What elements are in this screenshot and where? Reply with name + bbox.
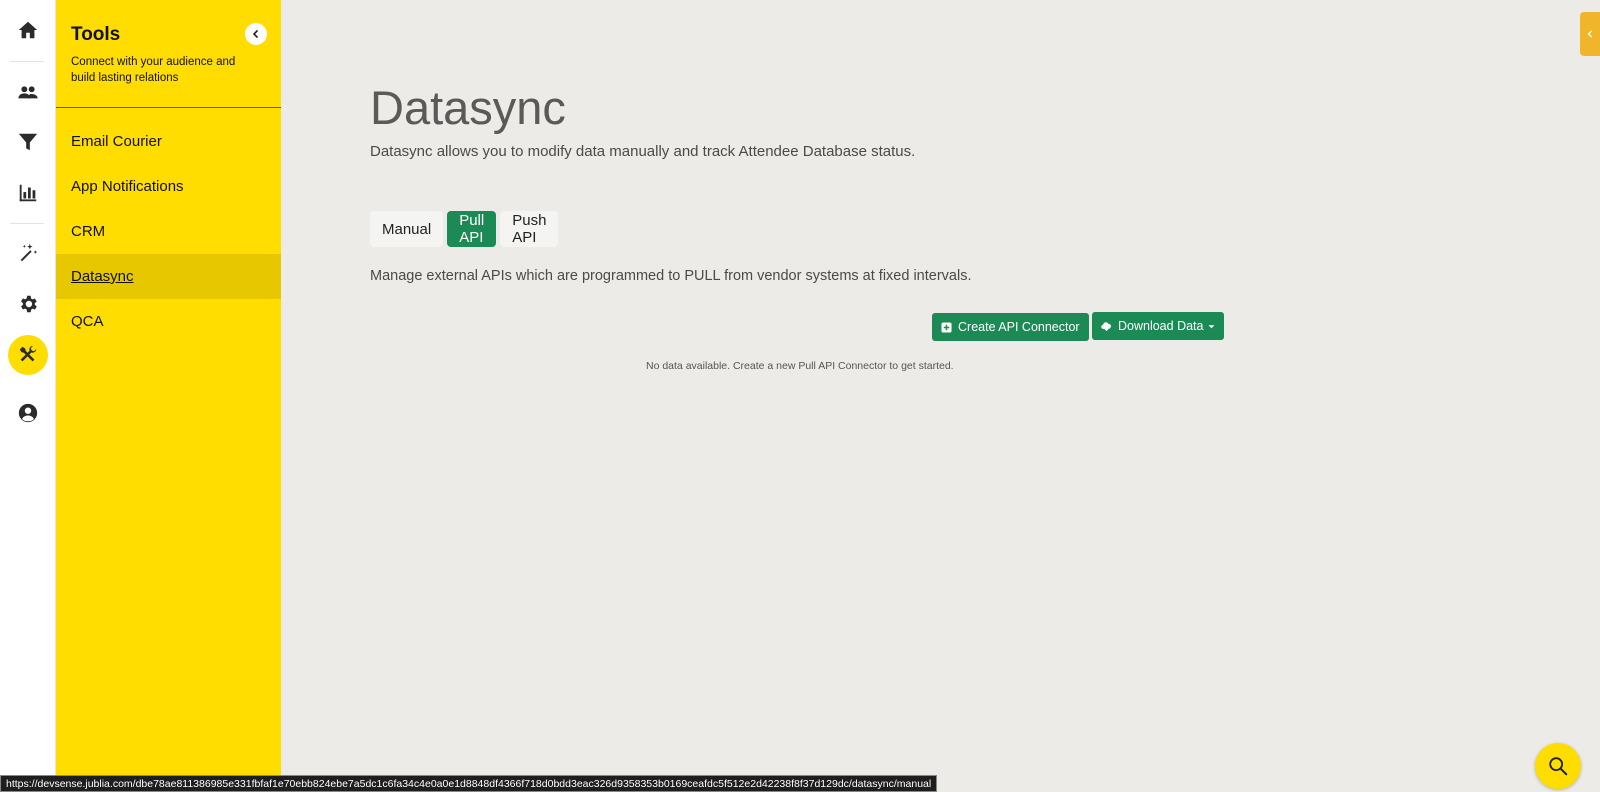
tools-icon[interactable] [8,335,48,375]
create-api-connector-label: Create API Connector [958,320,1080,334]
home-icon[interactable] [8,10,48,50]
collapse-panel-button[interactable] [245,23,267,45]
tools-menu: Email Courier App Notifications CRM Data… [56,119,281,344]
tab-pull-api[interactable]: Pull API [447,211,497,247]
magic-wand-icon[interactable] [8,233,48,273]
users-icon[interactable] [8,72,48,112]
cloud-download-icon [1101,321,1112,331]
menu-item-crm[interactable]: CRM [56,209,281,254]
tools-panel-header: Tools Connect with your audience and bui… [56,0,281,108]
menu-item-datasync[interactable]: Datasync [56,254,281,299]
tools-panel-subtitle: Connect with your audience and build las… [71,56,236,84]
search-button[interactable] [1535,743,1581,789]
funnel-icon[interactable] [8,122,48,162]
search-icon [1549,757,1568,776]
browser-status-url: https://devsense.jublia.com/dbe78ae81138… [0,775,938,792]
page-title: Datasync [370,81,566,134]
empty-state-message: No data available. Create a new Pull API… [646,360,954,372]
bar-chart-icon[interactable] [8,173,48,213]
rail-divider [10,61,44,62]
download-data-button[interactable]: Download Data [1092,312,1225,340]
side-drawer-tab[interactable] [1580,12,1600,56]
gear-icon[interactable] [8,284,48,324]
menu-item-app-notifications[interactable]: App Notifications [56,164,281,209]
tabs: Manual Pull API Push API [370,211,562,247]
download-data-label: Download Data [1118,319,1204,333]
menu-item-email-courier[interactable]: Email Courier [56,119,281,164]
create-api-connector-button[interactable]: Create API Connector [932,313,1089,341]
tools-panel: Tools Connect with your audience and bui… [56,0,281,792]
tab-push-api[interactable]: Push API [500,211,559,247]
chevron-left-icon [252,29,259,39]
tab-manual[interactable]: Manual [370,211,444,247]
rail-divider [10,223,44,224]
page-description: Datasync allows you to modify data manua… [370,143,916,160]
chevron-left-icon [1587,30,1592,38]
tools-panel-title: Tools [71,24,121,45]
menu-item-qca[interactable]: QCA [56,299,281,344]
tab-description: Manage external APIs which are programme… [370,268,972,284]
icon-rail [0,0,56,792]
plus-square-icon [941,321,952,333]
caret-down-icon [1208,324,1216,328]
account-icon[interactable] [8,393,48,433]
